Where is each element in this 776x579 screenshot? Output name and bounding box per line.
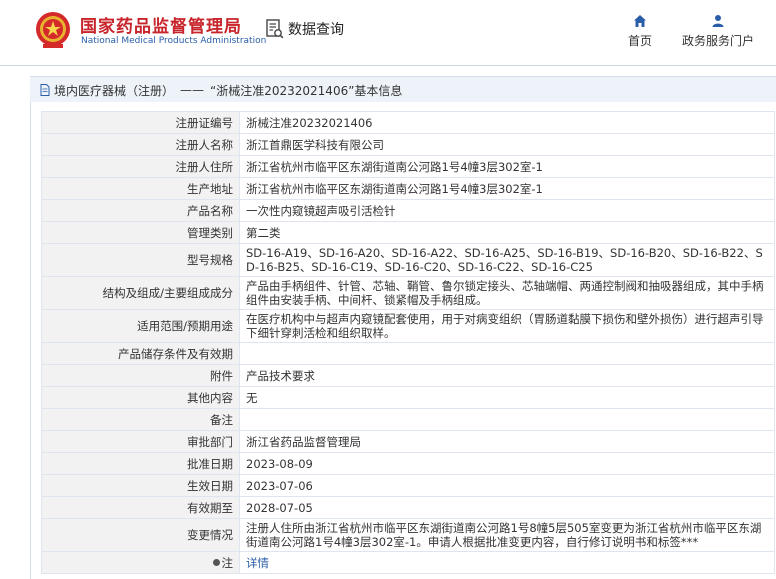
breadcrumb-separator: —— <box>180 83 205 97</box>
field-value: 浙江首鼎医学科技有限公司 <box>239 133 775 156</box>
field-label: 适用范围/预期用途 <box>41 309 240 343</box>
document-icon <box>40 84 50 96</box>
table-row: 注册人住所 浙江省杭州市临平区东湖街道南公河路1号4幢3层302室-1 <box>41 155 775 178</box>
site-header: 国家药品监督管理局 National Medical Products Admi… <box>0 0 776 66</box>
national-emblem-icon <box>36 12 70 48</box>
table-row: 附件 产品技术要求 <box>41 364 775 387</box>
field-label: 产品储存条件及有效期 <box>41 342 240 365</box>
data-query-link[interactable]: 数据查询 <box>266 18 344 40</box>
field-value: 2028-07-05 <box>239 496 775 519</box>
field-label: 变更情况 <box>41 518 240 552</box>
field-label: 注册人名称 <box>41 133 240 156</box>
table-row-note: 注详情 <box>41 551 775 574</box>
field-label: 注册证编号 <box>41 111 240 134</box>
table-row: 生产地址 浙江省杭州市临平区东湖街道南公河路1号4幢3层302室-1 <box>41 177 775 200</box>
field-value: 浙械注准20232021406 <box>239 111 775 134</box>
table-row: 结构及组成/主要组成成分 产品由手柄组件、针管、芯轴、鞘管、鲁尔锁定接头、芯轴端帽… <box>41 276 775 310</box>
field-value: 浙江省杭州市临平区东湖街道南公河路1号4幢3层302室-1 <box>239 177 775 200</box>
table-row: 型号规格 SD-16-A19、SD-16-A20、SD-16-A22、SD-16-… <box>41 243 775 277</box>
nav-service-portal-label: 政务服务门户 <box>682 34 755 48</box>
table-row: 产品储存条件及有效期 <box>41 342 775 365</box>
home-icon <box>634 15 646 27</box>
table-row: 变更情况 注册人住所由浙江省杭州市临平区东湖街道南公河路1号8幢5层505室变更为… <box>41 518 775 552</box>
table-row: 生效日期 2023-07-06 <box>41 474 775 497</box>
nav-home[interactable]: 首页 <box>628 14 652 49</box>
field-value: 产品由手柄组件、针管、芯轴、鞘管、鲁尔锁定接头、芯轴端帽、两通控制阀和抽吸器组成… <box>239 276 775 310</box>
field-label: 注册人住所 <box>41 155 240 178</box>
field-value <box>239 408 775 431</box>
field-label: 批准日期 <box>41 452 240 475</box>
field-label: 其他内容 <box>41 386 240 409</box>
nav-home-label: 首页 <box>628 34 653 48</box>
breadcrumb: 境内医疗器械（注册） —— “浙械注准20232021406”基本信息 <box>30 76 776 104</box>
field-value: 产品技术要求 <box>239 364 775 387</box>
note-label: 注 <box>221 555 234 570</box>
field-label: 有效期至 <box>41 496 240 519</box>
table-row: 注册人名称 浙江首鼎医学科技有限公司 <box>41 133 775 156</box>
table-row: 有效期至 2028-07-05 <box>41 496 775 519</box>
field-label: 生效日期 <box>41 474 240 497</box>
note-label-cell: 注 <box>41 551 240 574</box>
field-value: 浙江省杭州市临平区东湖街道南公河路1号4幢3层302室-1 <box>239 155 775 178</box>
field-label: 审批部门 <box>41 430 240 453</box>
field-label: 产品名称 <box>41 199 240 222</box>
field-value: 2023-07-06 <box>239 474 775 497</box>
data-query-icon <box>266 19 284 39</box>
field-value: 浙江省药品监督管理局 <box>239 430 775 453</box>
bullet-icon <box>212 558 220 566</box>
breadcrumb-title: “浙械注准20232021406”基本信息 <box>210 83 403 98</box>
brand-subtitle: National Medical Products Administration <box>81 36 267 46</box>
field-value: 第二类 <box>239 221 775 244</box>
field-label: 附件 <box>41 364 240 387</box>
field-value: 在医疗机构中与超声内窥镜配套使用，用于对病变组织（胃肠道黏膜下损伤和壁外损伤）进… <box>239 309 775 343</box>
table-row: 适用范围/预期用途 在医疗机构中与超声内窥镜配套使用，用于对病变组织（胃肠道黏膜下… <box>41 309 775 343</box>
table-row: 批准日期 2023-08-09 <box>41 452 775 475</box>
table-row: 其他内容无 <box>41 386 775 409</box>
field-label: 备注 <box>41 408 240 431</box>
field-value: SD-16-A19、SD-16-A20、SD-16-A22、SD-16-A25、… <box>239 243 775 277</box>
table-row: 产品名称 一次性内窥镜超声吸引活检针 <box>41 199 775 222</box>
table-row: 注册证编号 浙械注准20232021406 <box>41 111 775 134</box>
table-row: 审批部门 浙江省药品监督管理局 <box>41 430 775 453</box>
field-label: 结构及组成/主要组成成分 <box>41 276 240 310</box>
nav-service-portal[interactable]: 政务服务门户 <box>682 14 754 49</box>
field-label: 管理类别 <box>41 221 240 244</box>
detail-table: 注册证编号 浙械注准20232021406 注册人名称 浙江首鼎医学科技有限公司 注册人… <box>41 111 775 574</box>
field-value: 注册人住所由浙江省杭州市临平区东湖街道南公河路1号8幢5层505室变更为浙江省杭… <box>239 518 775 552</box>
user-icon <box>712 15 724 27</box>
field-value: 2023-08-09 <box>239 452 775 475</box>
field-label: 生产地址 <box>41 177 240 200</box>
field-label: 型号规格 <box>41 243 240 277</box>
table-row: 管理类别 第二类 <box>41 221 775 244</box>
detail-panel: 注册证编号 浙械注准20232021406 注册人名称 浙江首鼎医学科技有限公司 注册人… <box>30 102 776 579</box>
brand-title: 国家药品监督管理局 <box>80 17 242 37</box>
breadcrumb-category[interactable]: 境内医疗器械（注册） <box>54 82 174 99</box>
field-value <box>239 342 775 365</box>
data-query-label: 数据查询 <box>288 22 344 38</box>
field-value: 无 <box>239 386 775 409</box>
details-link[interactable]: 详情 <box>246 556 269 570</box>
field-value: 一次性内窥镜超声吸引活检针 <box>239 199 775 222</box>
table-row: 备注 <box>41 408 775 431</box>
note-value-cell: 详情 <box>239 551 775 574</box>
